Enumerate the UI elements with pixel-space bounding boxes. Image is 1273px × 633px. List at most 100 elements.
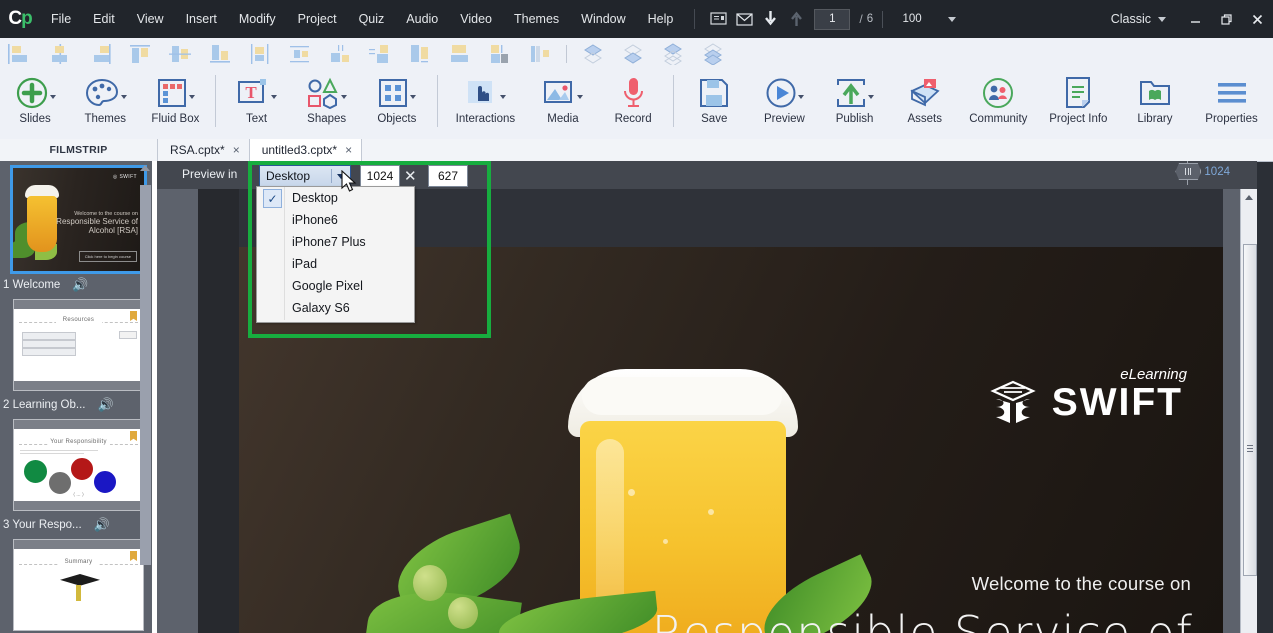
ribbon-objects-button[interactable]: Objects — [362, 69, 432, 137]
menu-item-file[interactable]: File — [40, 0, 82, 38]
scroll-up-arrow-icon[interactable] — [140, 165, 150, 171]
tab-close-icon[interactable]: × — [345, 143, 352, 157]
align-left-icon[interactable] — [0, 39, 40, 69]
filmstrip-slide-1[interactable]: ◎ SWIFT Welcome to the course on Responsi… — [0, 161, 157, 299]
dropdown-option-galaxy-s6[interactable]: Galaxy S6 — [257, 297, 414, 319]
tab-rsa-cptx[interactable]: RSA.cptx* × — [158, 139, 250, 161]
filmstrip-slide-2[interactable]: Resources 2 Learning Ob... 🔊 — [0, 299, 157, 419]
ribbon-record-button[interactable]: Record — [598, 69, 668, 137]
align-middle-icon[interactable] — [160, 39, 200, 69]
slide-thumbnail[interactable]: Resources — [13, 299, 144, 391]
publish-chevron-down-icon[interactable] — [868, 95, 875, 99]
menu-item-video[interactable]: Video — [449, 0, 503, 38]
bring-forward-icon[interactable] — [653, 39, 693, 69]
ribbon-assets-button[interactable]: Assets — [890, 69, 960, 137]
workspace-selector[interactable]: Classic — [1111, 12, 1166, 26]
ungroup-icon[interactable] — [480, 39, 520, 69]
ribbon-project-info-button[interactable]: Project Info — [1037, 69, 1120, 137]
preview-chevron-down-icon[interactable] — [797, 95, 804, 99]
ribbon-library-button[interactable]: Library — [1120, 69, 1190, 137]
resize-same-height-icon[interactable] — [360, 39, 400, 69]
ribbon-save-button[interactable]: Save — [679, 69, 749, 137]
menu-item-help[interactable]: Help — [637, 0, 685, 38]
resize-same-size-icon[interactable] — [400, 39, 440, 69]
canvas-vertical-scrollbar[interactable] — [1240, 189, 1257, 633]
dropdown-option-google-pixel[interactable]: Google Pixel — [257, 275, 414, 297]
filmstrip-panel[interactable]: ◎ SWIFT Welcome to the course on Responsi… — [0, 161, 157, 633]
slide-thumbnail[interactable]: Summary — [13, 539, 144, 631]
scrollbar-thumb[interactable] — [1243, 244, 1257, 576]
align-distribute-horizontal-icon[interactable] — [280, 39, 320, 69]
screen-icon[interactable] — [705, 0, 731, 38]
bring-to-front-icon[interactable] — [573, 39, 613, 69]
group-icon[interactable] — [440, 39, 480, 69]
filmstrip-slide-3[interactable]: Your Responsibility ⟨ ... ⟩ 3 Your Respo… — [0, 419, 157, 539]
zoom-level-value[interactable]: 100 — [892, 13, 932, 25]
ruler-handle-icon[interactable] — [1175, 163, 1202, 180]
menu-item-edit[interactable]: Edit — [82, 0, 126, 38]
minimize-button[interactable] — [1180, 0, 1211, 38]
align-bottom-icon[interactable] — [200, 39, 240, 69]
ribbon-themes-button[interactable]: Themes — [70, 69, 140, 137]
audio-speaker-icon[interactable]: 🔊 — [97, 397, 113, 413]
scrollbar-thumb[interactable] — [140, 185, 151, 565]
interactions-chevron-down-icon[interactable] — [499, 95, 506, 99]
menu-item-modify[interactable]: Modify — [228, 0, 287, 38]
device-dropdown-menu[interactable]: ✓ Desktop iPhone6 iPhone7 Plus iPad Goog… — [256, 186, 415, 323]
ribbon-preview-button[interactable]: Preview — [749, 69, 819, 137]
tab-untitled3-cptx[interactable]: untitled3.cptx* × — [249, 139, 363, 161]
menu-item-view[interactable]: View — [126, 0, 175, 38]
media-chevron-down-icon[interactable] — [577, 95, 584, 99]
slides-chevron-down-icon[interactable] — [49, 95, 56, 99]
upload-arrow-icon[interactable] — [783, 0, 809, 38]
restore-button[interactable] — [1211, 0, 1242, 38]
preview-width-input[interactable]: 1024 — [360, 165, 400, 187]
themes-chevron-down-icon[interactable] — [120, 95, 127, 99]
arrange-icon[interactable] — [520, 39, 560, 69]
menu-item-window[interactable]: Window — [570, 0, 636, 38]
tab-close-icon[interactable]: × — [233, 143, 240, 157]
resize-same-width-icon[interactable] — [320, 39, 360, 69]
menu-item-audio[interactable]: Audio — [395, 0, 449, 38]
dropdown-option-iphone6[interactable]: iPhone6 — [257, 209, 414, 231]
send-backward-icon[interactable] — [693, 39, 733, 69]
menu-item-quiz[interactable]: Quiz — [348, 0, 396, 38]
slide-thumbnail[interactable]: Your Responsibility ⟨ ... ⟩ — [13, 419, 144, 511]
ribbon-slides-button[interactable]: Slides — [0, 69, 70, 137]
close-button[interactable] — [1242, 0, 1273, 38]
ribbon-shapes-button[interactable]: Shapes — [292, 69, 362, 137]
filmstrip-scrollbar[interactable] — [140, 161, 151, 633]
menu-item-project[interactable]: Project — [287, 0, 348, 38]
ribbon-properties-button[interactable]: Properties — [1190, 69, 1273, 137]
menu-item-themes[interactable]: Themes — [503, 0, 570, 38]
ribbon-text-button[interactable]: T Text — [221, 69, 291, 137]
ribbon-community-button[interactable]: Community — [960, 69, 1037, 137]
download-arrow-icon[interactable] — [757, 0, 783, 38]
align-right-icon[interactable] — [80, 39, 120, 69]
menu-item-insert[interactable]: Insert — [175, 0, 228, 38]
audio-speaker-icon[interactable]: 🔊 — [94, 517, 110, 533]
send-to-back-icon[interactable] — [613, 39, 653, 69]
filmstrip-slide-4[interactable]: Summary — [0, 539, 157, 631]
preview-height-input[interactable]: 627 — [428, 165, 468, 187]
scroll-up-arrow-icon[interactable] — [1245, 195, 1253, 200]
text-chevron-down-icon[interactable] — [271, 95, 278, 99]
ribbon-interactions-button[interactable]: Interactions — [443, 69, 528, 137]
dropdown-option-ipad[interactable]: iPad — [257, 253, 414, 275]
align-top-icon[interactable] — [120, 39, 160, 69]
ribbon-publish-button[interactable]: Publish — [819, 69, 889, 137]
align-center-vertical-icon[interactable] — [240, 39, 280, 69]
fluidbox-chevron-down-icon[interactable] — [188, 95, 195, 99]
audio-speaker-icon[interactable]: 🔊 — [72, 277, 88, 293]
page-number-input[interactable]: 1 — [814, 8, 851, 30]
dropdown-option-iphone7-plus[interactable]: iPhone7 Plus — [257, 231, 414, 253]
objects-chevron-down-icon[interactable] — [410, 95, 417, 99]
align-center-icon[interactable] — [40, 39, 80, 69]
ribbon-media-button[interactable]: Media — [528, 69, 598, 137]
mail-icon[interactable] — [731, 0, 757, 38]
slide-thumbnail[interactable]: ◎ SWIFT Welcome to the course on Responsi… — [10, 165, 147, 274]
shapes-chevron-down-icon[interactable] — [341, 95, 348, 99]
zoom-chevron-down-icon[interactable] — [948, 16, 957, 22]
ribbon-fluidbox-button[interactable]: Fluid Box — [140, 69, 210, 137]
preview-device-combobox[interactable]: Desktop — [259, 165, 351, 187]
